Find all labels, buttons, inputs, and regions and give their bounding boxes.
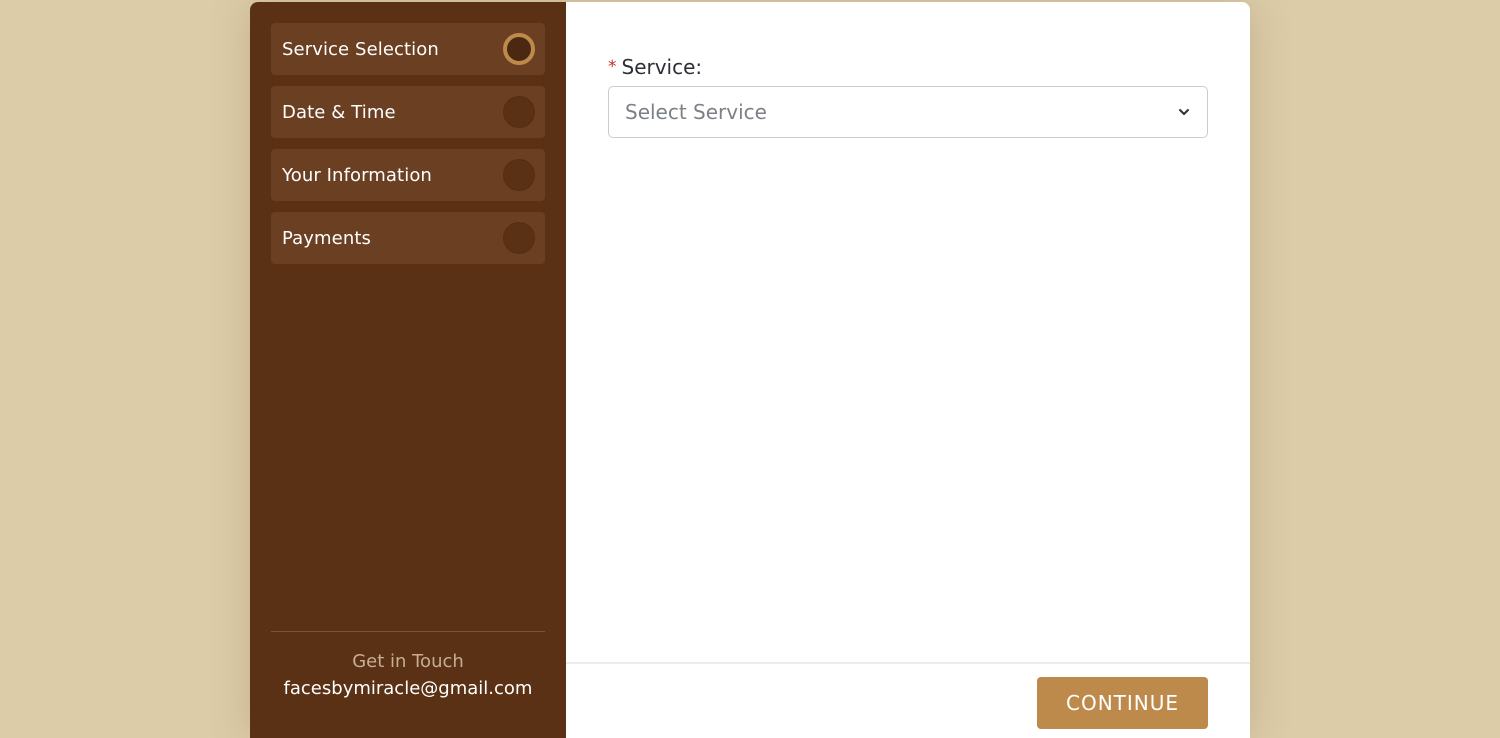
step-date-time[interactable]: Date & Time	[271, 86, 545, 138]
step-your-information[interactable]: Your Information	[271, 149, 545, 201]
service-select-placeholder: Select Service	[625, 100, 767, 124]
step-label: Date & Time	[282, 101, 396, 123]
step-label: Your Information	[282, 164, 432, 186]
step-status-icon	[503, 33, 535, 65]
required-marker: *	[608, 57, 617, 77]
contact-title: Get in Touch	[352, 651, 464, 672]
continue-button[interactable]: CONTINUE	[1037, 677, 1208, 729]
step-status-icon	[503, 222, 535, 254]
step-list: Service Selection Date & Time Your Infor…	[271, 23, 545, 275]
service-label-text: Service:	[621, 55, 703, 79]
booking-widget: Service Selection Date & Time Your Infor…	[250, 2, 1250, 738]
contact-section: Get in Touch facesbymiracle@gmail.com	[271, 631, 545, 703]
step-status-icon	[503, 96, 535, 128]
step-payments[interactable]: Payments	[271, 212, 545, 264]
step-status-icon	[503, 159, 535, 191]
service-label: * Service:	[608, 52, 1208, 82]
step-label: Payments	[282, 227, 371, 249]
service-field: * Service: Select Service	[608, 52, 1208, 138]
form-footer: CONTINUE	[566, 662, 1250, 738]
step-label: Service Selection	[282, 38, 439, 60]
step-service-selection[interactable]: Service Selection	[271, 23, 545, 75]
chevron-down-icon	[1179, 109, 1189, 115]
sidebar: Service Selection Date & Time Your Infor…	[250, 2, 566, 738]
main-panel: * Service: Select Service CONTINUE	[566, 2, 1250, 738]
service-select[interactable]: Select Service	[608, 86, 1208, 138]
contact-email[interactable]: facesbymiracle@gmail.com	[271, 675, 545, 703]
